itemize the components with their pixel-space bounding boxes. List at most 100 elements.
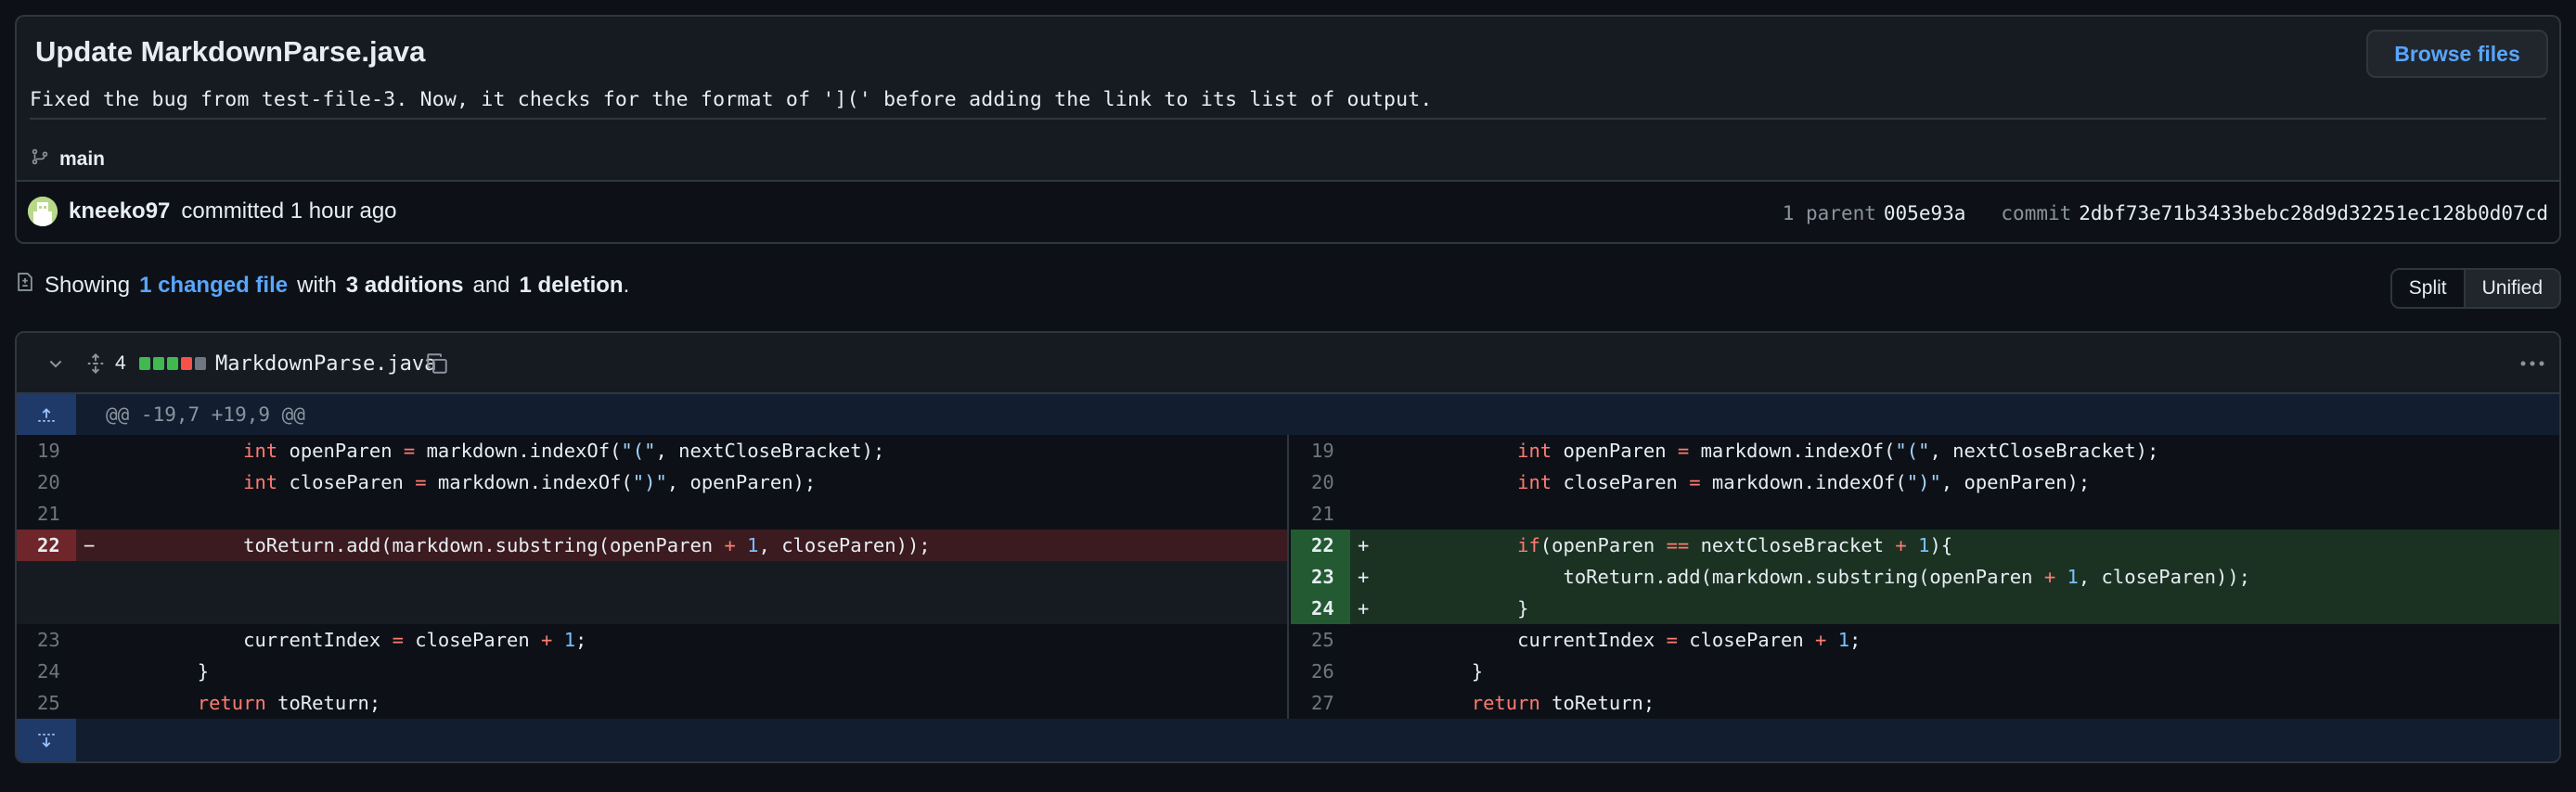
author-name[interactable]: kneeko97: [69, 198, 170, 224]
code-text: }: [106, 660, 210, 683]
branch-label[interactable]: main: [30, 147, 105, 172]
code-text: currentIndex = closeParen + 1;: [1380, 629, 1861, 651]
line-number: [17, 561, 76, 593]
line-number[interactable]: 25: [1291, 624, 1350, 656]
diff-sign: +: [1358, 566, 1370, 588]
deletions-count: 1 deletion: [519, 272, 624, 298]
line-number: [17, 593, 76, 624]
left-diff-line: 21: [17, 498, 1287, 530]
code-text: toReturn.add(markdown.substring(openPare…: [1380, 566, 2251, 588]
copy-icon[interactable]: [425, 333, 449, 394]
right-diff-line: 20 int closeParen = markdown.indexOf(")"…: [1291, 466, 2559, 498]
diffstat-block: [195, 357, 206, 370]
line-number[interactable]: 22: [17, 530, 76, 561]
hunk-header: @@ -19,7 +19,9 @@: [17, 394, 2559, 435]
hunk-footer: [17, 719, 2559, 761]
line-number[interactable]: 22: [1291, 530, 1350, 561]
additions-count: 3 additions: [345, 272, 464, 298]
diff-sign: +: [1358, 534, 1370, 556]
line-number[interactable]: 23: [17, 624, 76, 656]
summary-with: with: [297, 272, 337, 298]
right-diff-line: 25 currentIndex = closeParen + 1;: [1291, 624, 2559, 656]
code-text: int openParen = markdown.indexOf("(", ne…: [243, 440, 885, 462]
line-number[interactable]: 27: [1291, 687, 1350, 719]
line-number[interactable]: 21: [1291, 498, 1350, 530]
right-diff-line: 23 + toReturn.add(markdown.substring(open…: [1291, 561, 2559, 593]
branch-name: main: [59, 148, 106, 170]
diffstat-block: [167, 357, 178, 370]
avatar[interactable]: [28, 197, 58, 226]
diff-sign: −: [84, 534, 96, 556]
file-diff-icon: [15, 271, 35, 300]
left-diff-line: 22− toReturn.add(markdown.substring(open…: [17, 530, 1287, 561]
code-text: }: [1380, 660, 1484, 683]
diff-left-pane: 19 int openParen = markdown.indexOf("(",…: [17, 435, 1289, 719]
author-info: kneeko97 committed 1 hour ago: [28, 197, 397, 226]
commit-title: Update MarkdownParse.java: [35, 35, 426, 68]
unified-view-button[interactable]: Unified: [2463, 270, 2559, 307]
diffstat: [139, 333, 206, 394]
line-number[interactable]: 19: [1291, 435, 1350, 466]
file-name[interactable]: MarkdownParse.java: [215, 333, 436, 394]
left-diff-line: 25 return toReturn;: [17, 687, 1287, 719]
diff-right-pane: 19 int openParen = markdown.indexOf("(",…: [1291, 435, 2559, 719]
code-text: return toReturn;: [1471, 692, 1655, 714]
unfold-icon[interactable]: [85, 333, 106, 394]
divider: [30, 118, 2546, 120]
changed-files-link[interactable]: 1 changed file: [139, 273, 288, 299]
change-count: 4: [115, 352, 126, 374]
parent-sha[interactable]: 005e93a: [1884, 202, 1966, 224]
right-diff-line: 22 + if(openParen == nextCloseBracket + 1…: [1291, 530, 2559, 561]
code-text: }: [1380, 597, 1529, 620]
expand-up-icon[interactable]: [17, 394, 76, 435]
summary-prefix: Showing: [45, 272, 131, 298]
line-number[interactable]: 23: [1291, 561, 1350, 593]
git-branch-icon: [30, 147, 50, 172]
code-text: return toReturn;: [197, 692, 381, 714]
diff-view-toggle: Split Unified: [2389, 268, 2561, 309]
commit-label: commit: [2001, 202, 2072, 224]
right-diff-line: 27 return toReturn;: [1291, 687, 2559, 719]
right-diff-line: 19 int openParen = markdown.indexOf("(",…: [1291, 435, 2559, 466]
summary-period: .: [623, 272, 630, 298]
diffstat-block: [139, 357, 150, 370]
line-number[interactable]: 20: [17, 466, 76, 498]
line-number[interactable]: 24: [1291, 593, 1350, 624]
code-text: int openParen = markdown.indexOf("(", ne…: [1517, 440, 2159, 462]
file-diff: 4 MarkdownParse.java @@ -19,7 +19,9 @@ 1…: [15, 331, 2561, 763]
code-text: int closeParen = markdown.indexOf(")", o…: [243, 471, 817, 493]
commit-description: Fixed the bug from test-file-3. Now, it …: [30, 88, 1433, 111]
line-number[interactable]: 26: [1291, 656, 1350, 687]
parent-label: 1 parent: [1782, 202, 1876, 224]
chevron-down-icon[interactable]: [46, 333, 65, 394]
line-number[interactable]: 20: [1291, 466, 1350, 498]
line-number[interactable]: 21: [17, 498, 76, 530]
line-number[interactable]: 19: [17, 435, 76, 466]
diffstat-block: [153, 357, 164, 370]
browse-files-button[interactable]: Browse files: [2366, 30, 2548, 78]
right-diff-line: 26 }: [1291, 656, 2559, 687]
split-view-button[interactable]: Split: [2391, 270, 2464, 307]
line-number[interactable]: 24: [17, 656, 76, 687]
code-text: if(openParen == nextCloseBracket + 1){: [1517, 534, 1953, 556]
diffstat-block: [181, 357, 192, 370]
commit-header: Update MarkdownParse.java Fixed the bug …: [15, 15, 2561, 244]
right-diff-line: 24 + }: [1291, 593, 2559, 624]
diff-summary: Showing 1 changed file with 3 additions …: [15, 271, 629, 300]
left-diff-line: [17, 593, 1287, 624]
code-text: toReturn.add(markdown.substring(openPare…: [106, 534, 931, 556]
diff-sign: +: [1358, 597, 1370, 620]
line-number[interactable]: 25: [17, 687, 76, 719]
hunk-range: @@ -19,7 +19,9 @@: [106, 403, 305, 426]
kebab-horizontal-icon[interactable]: [2520, 333, 2544, 394]
expand-down-icon[interactable]: [17, 719, 76, 761]
left-diff-line: 20 int closeParen = markdown.indexOf(")"…: [17, 466, 1287, 498]
commit-sha: 2dbf73e71b3433bebc28d9d32251ec128b0d07cd: [2079, 202, 2548, 224]
code-text: currentIndex = closeParen + 1;: [106, 629, 587, 651]
commit-meta: 1 parent 005e93a commit 2dbf73e71b3433be…: [1783, 202, 2548, 224]
code-text: int closeParen = markdown.indexOf(")", o…: [1517, 471, 2091, 493]
left-diff-line: 24 }: [17, 656, 1287, 687]
commit-author-bar: kneeko97 committed 1 hour ago 1 parent 0…: [17, 180, 2559, 242]
file-header: 4 MarkdownParse.java: [17, 333, 2559, 394]
summary-and: and: [472, 272, 510, 298]
